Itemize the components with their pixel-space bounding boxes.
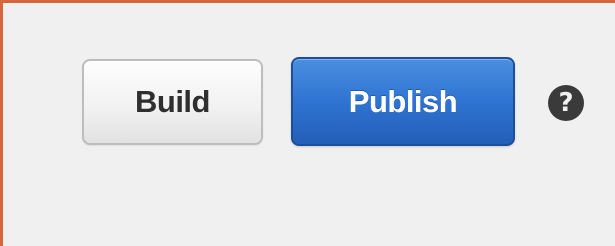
help-icon[interactable]: ? — [548, 85, 584, 121]
build-button[interactable]: Build — [82, 59, 263, 145]
publish-button[interactable]: Publish — [291, 57, 515, 146]
toolbar-panel: Build Publish ? — [0, 0, 615, 246]
